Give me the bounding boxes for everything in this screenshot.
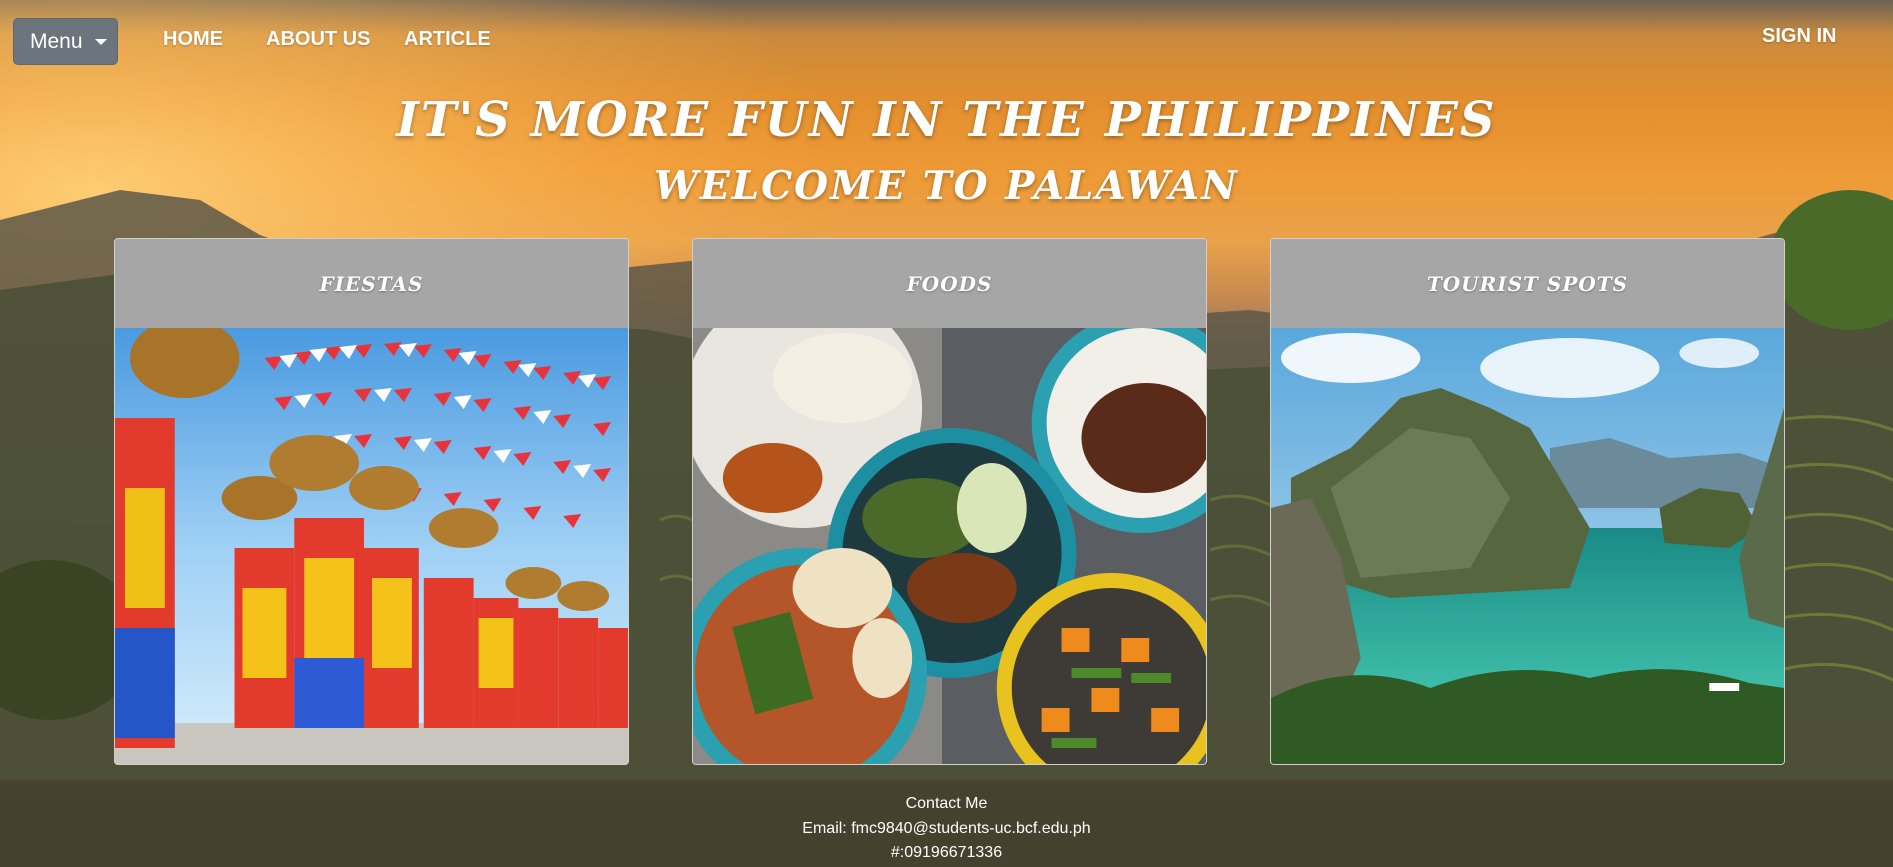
card-foods[interactable]: Foods <box>692 238 1207 765</box>
card-title: Foods <box>693 239 1206 328</box>
card-fiestas[interactable]: Fiestas <box>114 238 629 765</box>
footer-phone: #:09196671336 <box>890 844 1003 861</box>
nav-link-home[interactable]: HOME <box>163 28 223 51</box>
nav-link-article[interactable]: ARTICLE <box>404 28 491 51</box>
hero-subtitle: Welcome to Palawan <box>654 163 1239 209</box>
caret-down-icon <box>94 38 107 45</box>
nav-link-about-us[interactable]: ABOUT US <box>266 28 370 51</box>
card-title: Tourist Spots <box>1271 239 1784 328</box>
footer-email: Email: fmc9840@students-uc.bcf.edu.ph <box>802 819 1091 837</box>
menu-dropdown-button[interactable]: Menu <box>13 18 118 65</box>
lagoon-island-image[interactable] <box>1271 328 1784 764</box>
card-tourist-spots[interactable]: Tourist Spots <box>1270 238 1785 765</box>
filipino-dishes-image[interactable] <box>693 328 1206 764</box>
hero-title: It's more fun in the Philippines <box>396 92 1497 148</box>
menu-button-label: Menu <box>30 29 83 53</box>
sign-in-link[interactable]: SIGN IN <box>1762 25 1836 48</box>
festival-dancers-image[interactable] <box>115 328 628 764</box>
footer-heading: Contact Me <box>905 795 988 812</box>
footer: Contact Me Email: fmc9840@students-uc.bc… <box>0 780 1893 867</box>
card-title: Fiestas <box>115 239 628 328</box>
